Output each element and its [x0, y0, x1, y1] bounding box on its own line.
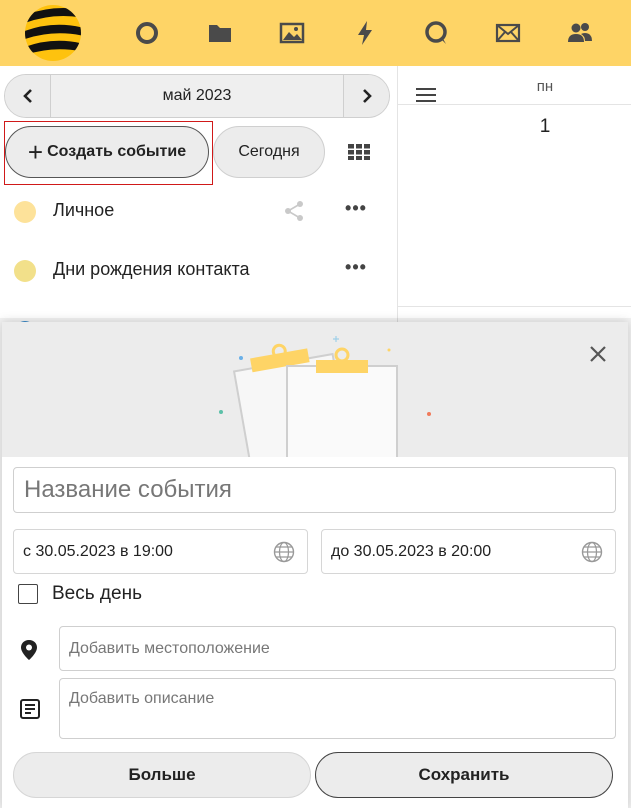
create-event-label: Создать событие [47, 143, 187, 160]
location-input[interactable]: Добавить местоположение [59, 626, 616, 671]
beeline-logo-icon[interactable] [22, 2, 84, 64]
grid-view-icon[interactable] [348, 144, 370, 160]
calendar-item-label: Дни рождения контакта [53, 259, 250, 279]
image-icon[interactable] [278, 19, 306, 47]
description-icon [20, 699, 40, 719]
top-nav-bar [0, 0, 631, 66]
more-options-icon[interactable]: ••• [344, 199, 368, 221]
clipboard-illustration [219, 336, 431, 457]
end-datetime-label: до 30.05.2023 в 20:00 [331, 543, 492, 560]
chevron-right-icon [362, 89, 372, 103]
end-datetime-field[interactable]: до 30.05.2023 в 20:00 [321, 529, 616, 574]
calendar-color-dot [14, 201, 36, 223]
weekday-header: пн [536, 78, 554, 95]
create-event-button[interactable]: + Создать событие [5, 126, 209, 178]
create-event-dialog: Название события с 30.05.2023 в 19:00 до… [2, 322, 628, 808]
globe-icon[interactable] [273, 541, 295, 563]
start-datetime-field[interactable]: с 30.05.2023 в 19:00 [13, 529, 308, 574]
more-button[interactable]: Больше [13, 752, 311, 798]
globe-icon[interactable] [581, 541, 603, 563]
chevron-left-icon [22, 89, 32, 103]
share-icon[interactable] [283, 200, 305, 222]
divider [398, 306, 631, 307]
start-datetime-label: с 30.05.2023 в 19:00 [23, 543, 173, 560]
mail-icon[interactable] [494, 19, 522, 47]
all-day-checkbox[interactable] [18, 584, 38, 604]
month-label[interactable]: май 2023 [51, 75, 343, 117]
more-options-icon[interactable]: ••• [344, 258, 368, 280]
circle-icon[interactable] [133, 19, 161, 47]
all-day-label[interactable]: Весь день [52, 583, 142, 605]
folder-icon[interactable] [206, 19, 234, 47]
today-button[interactable]: Сегодня [213, 126, 325, 178]
contacts-icon[interactable] [566, 19, 594, 47]
location-pin-icon [21, 640, 37, 660]
event-title-input[interactable]: Название события [13, 467, 616, 513]
next-month-button[interactable] [343, 75, 389, 117]
divider [398, 104, 631, 105]
calendar-grid [398, 66, 631, 326]
save-button[interactable]: Сохранить [315, 752, 613, 798]
close-icon[interactable] [588, 344, 608, 364]
calendar-item-birthdays[interactable]: Дни рождения контакта ••• [0, 250, 398, 290]
plus-icon: + [27, 137, 44, 167]
hamburger-menu-icon[interactable] [416, 88, 436, 102]
calendar-color-dot [14, 260, 36, 282]
description-input[interactable]: Добавить описание [59, 678, 616, 739]
calendar-sidebar: май 2023 + Создать событие Сегодня Лично… [0, 66, 398, 343]
month-navigator: май 2023 [4, 74, 390, 118]
chat-icon[interactable] [422, 19, 450, 47]
hero-illustration [2, 322, 628, 457]
prev-month-button[interactable] [5, 75, 51, 117]
calendar-item-personal[interactable]: Личное ••• [0, 191, 398, 231]
lightning-icon[interactable] [351, 19, 379, 47]
day-number[interactable]: 1 [500, 116, 590, 138]
calendar-item-label: Личное [53, 200, 115, 220]
